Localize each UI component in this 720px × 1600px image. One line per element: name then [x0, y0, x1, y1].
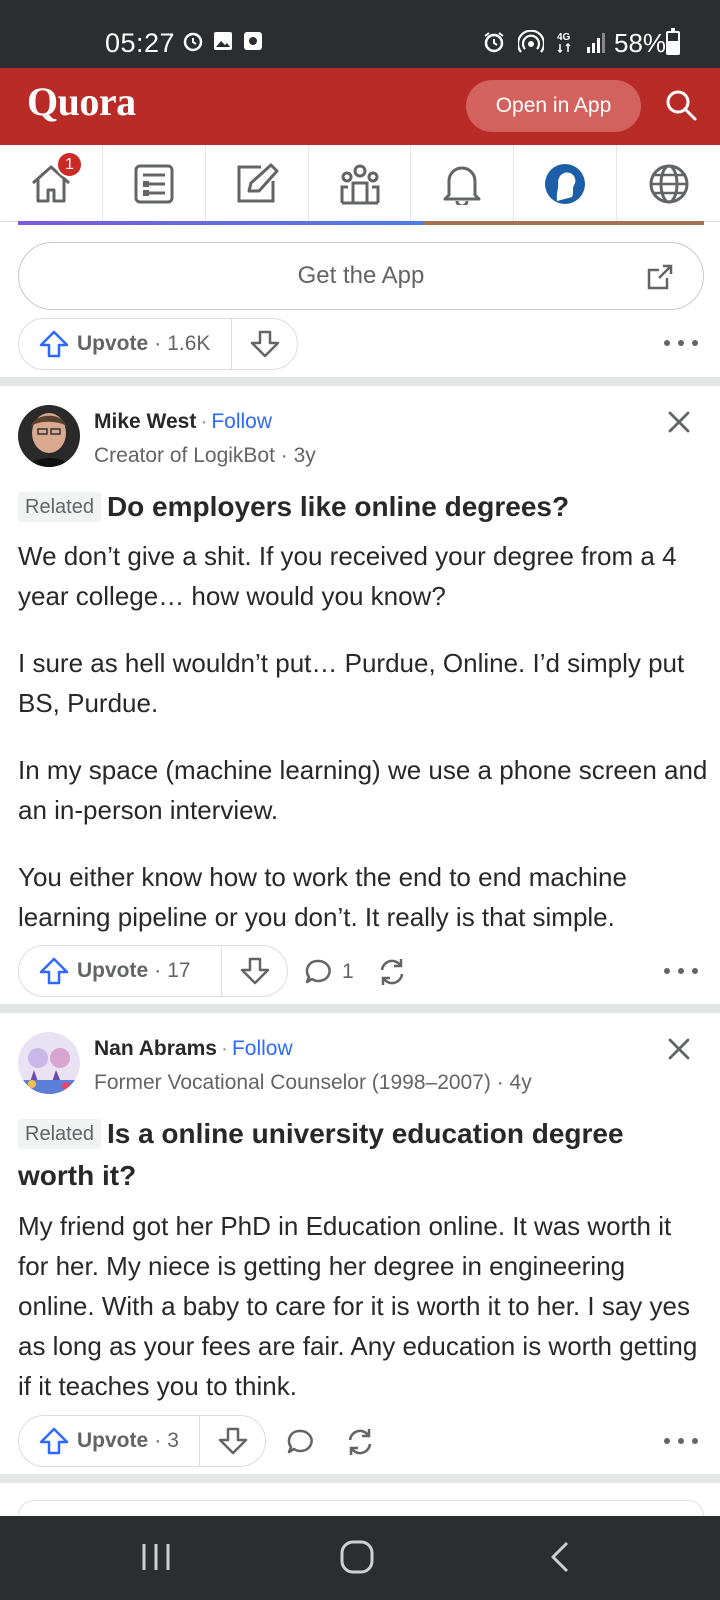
author-credential: Creator of LogikBot · 3y — [94, 444, 316, 467]
comment-button[interactable]: 1 — [304, 958, 354, 986]
tab-following[interactable] — [103, 145, 206, 222]
signal-icon — [587, 33, 605, 53]
upvote-group: Upvote · 1.6K — [18, 318, 298, 370]
comment-button[interactable] — [286, 1428, 314, 1456]
spaces-icon — [340, 164, 379, 204]
upvote-count: 1.6K — [167, 332, 211, 355]
back-icon[interactable] — [548, 1540, 572, 1574]
upvote-arrow-icon — [39, 957, 69, 985]
upvote-group: Upvote · 3 — [18, 1415, 266, 1467]
profile-icon — [545, 163, 586, 204]
divider — [0, 1474, 720, 1483]
battery-percent: 58% — [614, 28, 667, 58]
divider — [0, 1004, 720, 1013]
share-icon[interactable] — [345, 1427, 375, 1457]
follow-button[interactable]: Follow — [232, 1037, 293, 1060]
author-name[interactable]: Nan Abrams — [94, 1037, 217, 1060]
author-credential: Former Vocational Counselor (1998–2007) … — [94, 1071, 532, 1094]
more-options-icon[interactable] — [664, 338, 698, 348]
comment-icon — [287, 1429, 313, 1454]
downvote-button[interactable] — [222, 946, 287, 996]
alarm-icon — [484, 32, 504, 53]
question-title[interactable]: Do employers like online degrees? — [107, 491, 569, 522]
upvote-arrow-icon — [39, 330, 69, 358]
answer-paragraph: We don’t give a shit. If you received yo… — [18, 541, 677, 611]
close-icon[interactable] — [668, 411, 690, 433]
home-circle-icon[interactable] — [339, 1540, 375, 1574]
answer-paragraph: You either know how to work the end to e… — [18, 862, 627, 932]
external-link-icon — [647, 264, 673, 290]
battery-icon — [666, 28, 680, 55]
hotspot-icon — [518, 30, 544, 53]
upvote-label: Upvote — [77, 332, 149, 355]
main-nav: 1 — [0, 145, 720, 222]
search-icon[interactable] — [664, 88, 698, 122]
follow-button[interactable]: Follow — [211, 410, 272, 433]
tab-languages[interactable] — [617, 145, 720, 222]
alarm-clock-icon — [183, 32, 203, 52]
share-icon[interactable] — [377, 957, 407, 987]
gallery-icon — [214, 32, 232, 50]
tab-home[interactable]: 1 — [0, 145, 103, 222]
related-tag: Related — [18, 1119, 101, 1149]
upvote-button[interactable]: Upvote · 1.6K — [19, 319, 232, 369]
related-tag: Related — [18, 492, 101, 522]
following-icon — [134, 164, 174, 203]
upvote-arrow-icon — [39, 1427, 69, 1455]
upvote-label: Upvote — [77, 959, 149, 982]
avatar[interactable] — [18, 405, 80, 467]
next-card-edge — [18, 1500, 704, 1516]
upvote-button[interactable]: Upvote · 17 — [19, 946, 222, 996]
recent-apps-icon[interactable] — [139, 1540, 173, 1574]
get-the-app-button[interactable]: Get the App — [18, 242, 704, 310]
upvote-button[interactable]: Upvote · 3 — [19, 1416, 200, 1466]
reading-progress-bar — [18, 221, 704, 225]
open-in-app-button[interactable]: Open in App — [466, 80, 641, 132]
answer-paragraph: My friend got her PhD in Education onlin… — [18, 1211, 698, 1401]
tab-write[interactable] — [206, 145, 309, 222]
write-icon — [237, 163, 279, 202]
comment-icon — [305, 959, 331, 984]
more-options-icon[interactable] — [664, 966, 698, 976]
downvote-button[interactable] — [232, 319, 297, 369]
upvote-label: Upvote — [77, 1429, 149, 1452]
notification-badge: 1 — [56, 151, 83, 178]
more-options-icon[interactable] — [664, 1436, 698, 1446]
comment-count: 1 — [342, 960, 354, 983]
tab-profile[interactable] — [514, 145, 618, 222]
author-name[interactable]: Mike West — [94, 410, 196, 433]
upvote-count: 3 — [167, 1429, 179, 1452]
languages-icon — [649, 164, 689, 203]
close-icon[interactable] — [668, 1038, 690, 1060]
top-header: Quora Open in App — [0, 68, 720, 145]
upvote-group: Upvote · 17 — [18, 945, 288, 997]
downvote-arrow-icon — [250, 330, 279, 358]
screenshot-icon — [244, 32, 262, 50]
answer-paragraph: In my space (machine learning) we use a … — [18, 755, 708, 825]
answer-paragraph: I sure as hell wouldn’t put… Purdue, Onl… — [18, 648, 685, 718]
status-bar: 05:27 4G 58% — [0, 0, 720, 68]
notifications-icon — [443, 166, 481, 205]
status-time: 05:27 — [105, 28, 176, 58]
tab-spaces[interactable] — [309, 145, 412, 222]
system-navigation-bar — [0, 1516, 720, 1600]
svg-text:4G: 4G — [557, 32, 571, 43]
avatar[interactable] — [18, 1032, 80, 1094]
quora-logo[interactable]: Quora — [27, 78, 136, 125]
upvote-count: 17 — [167, 959, 191, 982]
question-title[interactable]: Is a online university education degree … — [18, 1118, 624, 1191]
4g-data-icon: 4G — [557, 32, 571, 54]
downvote-arrow-icon — [218, 1427, 247, 1455]
get-the-app-label: Get the App — [297, 262, 425, 289]
divider — [0, 377, 720, 386]
downvote-arrow-icon — [240, 957, 269, 985]
tab-notifications[interactable] — [411, 145, 515, 222]
downvote-button[interactable] — [200, 1416, 265, 1466]
